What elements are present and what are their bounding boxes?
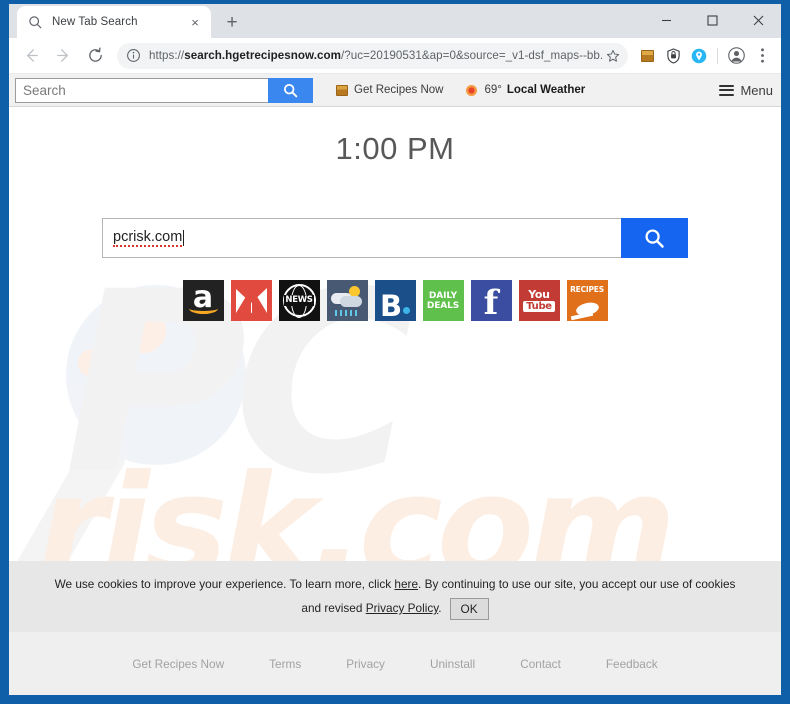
weather-label: Local Weather [506,84,586,96]
gmail-envelope-icon [235,288,267,313]
cookie-text-part1: We use cookies to improve your experienc… [54,577,395,591]
address-bar[interactable]: https://search.hgetrecipesnow.com/?uc=20… [117,42,628,69]
page-inner: 1:00 PM pcrisk.com a NEWS B DAILY DEALS … [9,131,781,321]
tab-strip: New Tab Search × + [9,4,781,38]
extension-toolbar: Get Recipes Now 69° Local Weather Menu [9,74,781,107]
footer-link-feedback[interactable]: Feedback [606,657,658,671]
watermark-bubble [115,359,126,370]
location-pin-extension-icon[interactable] [687,43,711,69]
browser-tab-new-tab-search[interactable]: New Tab Search × [17,6,211,38]
extension-search-group [15,77,313,103]
close-icon[interactable] [735,4,781,36]
weather-temperature: 69° [484,84,502,96]
box-extension-icon[interactable] [635,43,659,69]
weather-rain-icon [334,310,359,316]
browser-toolbar: https://search.hgetrecipesnow.com/?uc=20… [9,38,781,74]
shield-extension-icon[interactable] [661,43,685,69]
box-icon [335,84,348,96]
maximize-icon[interactable] [689,4,735,36]
url-text: https://search.hgetrecipesnow.com/?uc=20… [149,49,604,62]
three-dot-menu-icon[interactable] [749,43,775,69]
footer-link-uninstall[interactable]: Uninstall [430,657,475,671]
info-circle-icon[interactable] [126,48,141,63]
extension-search-button[interactable] [268,77,313,103]
back-arrow-icon[interactable] [17,42,45,70]
extension-menu-button[interactable]: Menu [719,83,773,98]
cookie-text-part3: and revised [301,601,366,615]
cookie-here-link[interactable]: here [394,577,418,591]
youtube-logo: You Tube [523,289,555,312]
footer-link-contact[interactable]: Contact [520,657,561,671]
page-footer: Get Recipes Now Terms Privacy Uninstall … [9,632,781,695]
cookie-banner-line2: and revised Privacy Policy. OK [33,596,757,620]
tab-title: New Tab Search [52,16,138,28]
main-search-value: pcrisk.com [113,229,183,247]
news-label: NEWS [284,295,314,306]
footer-link-privacy[interactable]: Privacy [346,657,385,671]
booking-b-letter: B [379,289,403,321]
cookie-banner-line1: We use cookies to improve your experienc… [33,572,757,596]
get-recipes-now-label: Get Recipes Now [354,84,444,96]
cookie-consent-banner: We use cookies to improve your experienc… [9,561,781,632]
recipes-label: RECIPES [570,285,604,294]
youtube-tube-label: Tube [523,301,555,312]
star-icon[interactable] [604,49,622,63]
cookie-text-part2: . By continuing to use our site, you acc… [418,577,736,591]
extension-search-input[interactable] [15,77,268,103]
footer-link-terms[interactable]: Terms [269,657,301,671]
cookie-ok-button[interactable]: OK [449,597,489,620]
quicklink-booking[interactable]: B [374,280,416,321]
profile-avatar-icon[interactable] [723,43,749,69]
local-weather-link[interactable]: 69° Local Weather [465,84,585,96]
quicklink-recipes[interactable]: RECIPES [566,280,608,321]
main-search-input[interactable]: pcrisk.com [102,218,621,258]
get-recipes-now-link[interactable]: Get Recipes Now [335,84,443,96]
weather-cloud-icon [339,296,362,307]
page-content: PC risk.com 1:00 PM pcrisk.com a NEWS B … [9,107,781,695]
toolbar-divider [717,47,718,64]
facebook-f-letter: f [483,282,499,321]
youtube-you-label: You [528,288,550,301]
tab-close-icon[interactable]: × [187,14,203,30]
footer-link-get-recipes-now[interactable]: Get Recipes Now [132,657,224,671]
news-globe-icon: NEWS [282,284,316,317]
search-icon [28,15,43,30]
daily-deals-line1: DAILY [428,290,458,301]
forward-arrow-icon[interactable] [49,42,77,70]
extension-menu-label: Menu [740,82,773,98]
reload-icon[interactable] [81,42,109,70]
quicklink-amazon[interactable]: a [182,280,224,321]
watermark-bubble [78,349,106,377]
chrome-browser-window: New Tab Search × + https://search.hgetre… [9,4,781,695]
quicklink-daily-deals[interactable]: DAILY DEALS [422,280,464,321]
cookie-text-part4: . [438,601,442,615]
main-search-button[interactable] [621,218,688,258]
browser-window-frame: New Tab Search × + https://search.hgetre… [0,0,790,704]
quick-links-row: a NEWS B DAILY DEALS f You Tube RECIPES [9,280,781,321]
text-caret [183,230,185,246]
privacy-policy-link[interactable]: Privacy Policy [366,601,439,615]
watermark-bubble [150,383,165,398]
new-tab-button[interactable]: + [218,8,246,36]
quicklink-weather[interactable] [326,280,368,321]
window-controls [643,4,781,36]
weather-sun-icon [465,84,478,96]
daily-deals-line2: DEALS [426,300,460,311]
amazon-smile-icon [188,303,218,314]
quicklink-news[interactable]: NEWS [278,280,320,321]
minimize-icon[interactable] [643,4,689,36]
quicklink-facebook[interactable]: f [470,280,512,321]
quicklink-gmail[interactable] [230,280,272,321]
hamburger-menu-icon [719,84,735,96]
daily-deals-label: DAILY DEALS [427,291,459,311]
booking-dot-icon [403,307,411,314]
quicklink-youtube[interactable]: You Tube [518,280,560,321]
clock-display: 1:00 PM [335,131,455,166]
main-search-bar: pcrisk.com [102,218,688,258]
